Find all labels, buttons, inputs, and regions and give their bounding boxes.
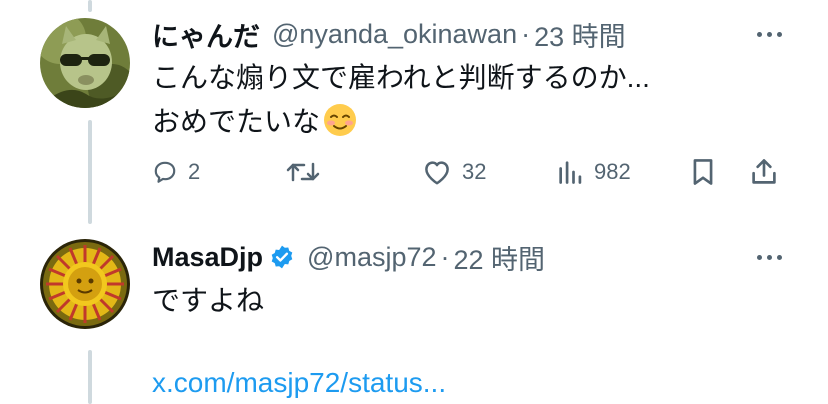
retweet-button[interactable] [286, 150, 330, 194]
verified-badge-icon[interactable] [269, 244, 295, 270]
tweet-text-line: ですよね [152, 285, 265, 316]
more-dot-icon [777, 254, 782, 260]
bookmark-icon [693, 159, 713, 185]
heart-icon [425, 161, 449, 185]
views-button[interactable]: 982 [556, 150, 631, 194]
like-button[interactable]: 32 [422, 150, 486, 194]
tweet-masadjp[interactable]: MasaDjp @masjp72 · 22 時間 ですよね x.com/masj… [0, 225, 828, 404]
separator-dot: · [521, 18, 531, 49]
reply-button[interactable]: 2 [152, 150, 200, 194]
tweet-text-line: こんな煽り文で雇われと判断するのか... [152, 62, 650, 93]
tweet-text-line: おめでたいな [152, 100, 650, 150]
more-dot-icon [757, 254, 762, 260]
timestamp[interactable]: 22 時間 [454, 238, 546, 277]
sun-avatar-icon [40, 239, 130, 329]
share-icon [752, 159, 776, 184]
more-dot-icon [777, 31, 782, 37]
avatar-masadjp[interactable] [40, 239, 130, 329]
tweet-header: MasaDjp @masjp72 · 22 時間 [152, 237, 545, 277]
reply-count: 2 [188, 159, 201, 184]
avatar-nyanda[interactable] [40, 18, 130, 108]
more-dot-icon [767, 31, 772, 37]
more-options-button[interactable] [757, 14, 782, 54]
cat-with-sunglasses-avatar-icon [40, 18, 130, 108]
display-name[interactable]: MasaDjp [152, 242, 263, 273]
more-dot-icon [757, 31, 762, 37]
tweet-header: にゃんだ @nyanda_okinawan · 23 時間 [152, 14, 626, 54]
smiling-face-emoji-icon [323, 103, 357, 150]
like-count: 32 [462, 159, 487, 184]
reply-icon [154, 161, 176, 183]
views-chart-icon [559, 161, 582, 184]
tweet-nyanda[interactable]: にゃんだ @nyanda_okinawan · 23 時間 こんな煽り文で雇われ… [0, 0, 828, 215]
tweet-actions: 2 32 982 [152, 150, 788, 194]
view-count: 982 [594, 159, 631, 184]
tweet-text: ですよね [152, 279, 264, 323]
user-handle[interactable]: @masjp72 [307, 242, 436, 273]
bookmark-button[interactable] [690, 150, 716, 194]
more-options-button[interactable] [757, 237, 782, 277]
tweet-text-line-content: おめでたいな [152, 106, 321, 137]
separator-dot: · [440, 241, 450, 272]
share-button[interactable] [750, 150, 778, 194]
more-dot-icon [767, 254, 772, 260]
user-handle[interactable]: @nyanda_okinawan [272, 19, 517, 50]
tweet-text: こんな煽り文で雇われと判断するのか... おめでたいな [152, 56, 650, 150]
timestamp[interactable]: 23 時間 [534, 15, 626, 54]
tweet-link[interactable]: x.com/masjp72/status... [152, 367, 446, 399]
display-name[interactable]: にゃんだ [152, 15, 260, 54]
retweet-icon [286, 162, 320, 182]
